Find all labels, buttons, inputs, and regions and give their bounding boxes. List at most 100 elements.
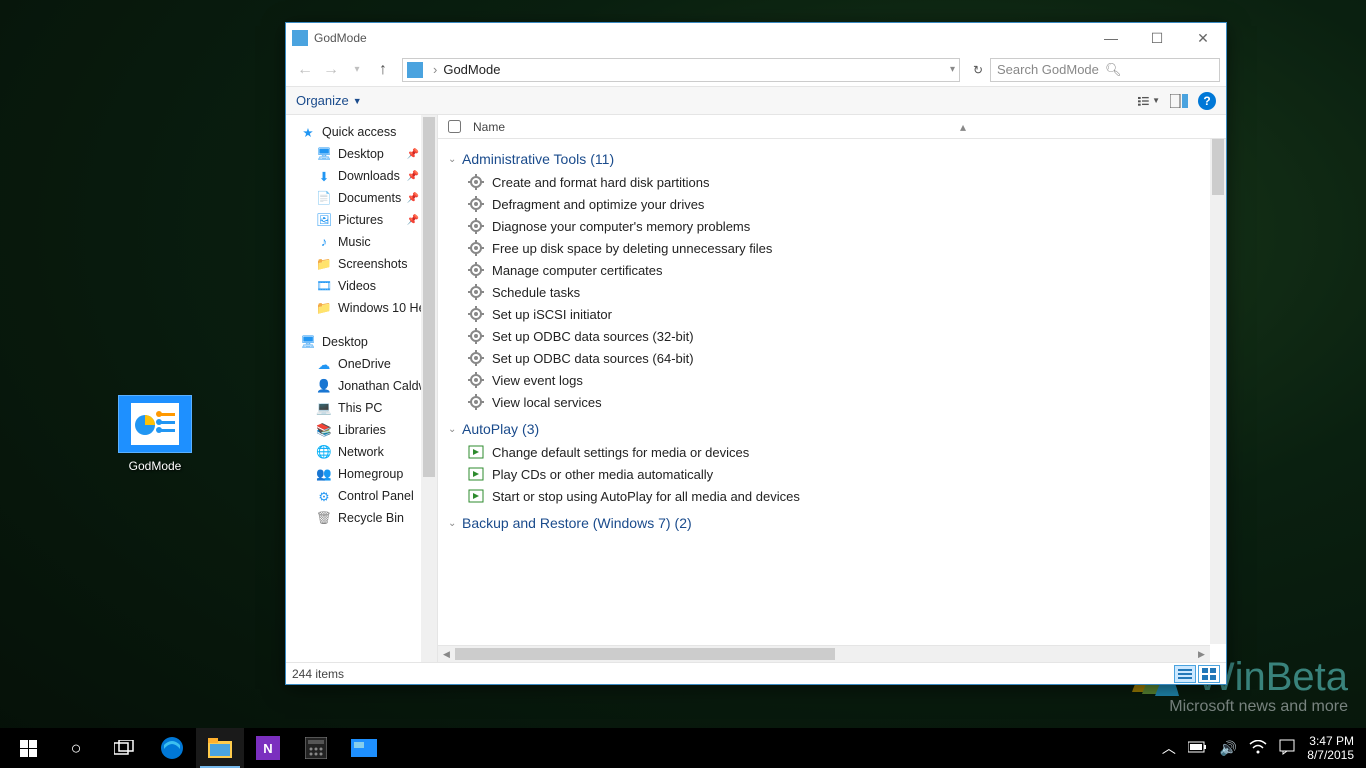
gear-icon — [468, 218, 484, 234]
nav-qa-item[interactable]: ⬇Downloads📌 — [286, 165, 437, 187]
nav-qa-item[interactable]: 📁Windows 10 Her — [286, 297, 437, 319]
taskbar-app-other[interactable] — [340, 728, 388, 768]
content-pane: Name ▴ ⌄Administrative Tools(11) Create a… — [438, 115, 1226, 662]
list-item[interactable]: Change default settings for media or dev… — [448, 441, 1216, 463]
nav-dt-item[interactable]: 📚Libraries — [286, 419, 437, 441]
clock-time: 3:47 PM — [1307, 734, 1354, 748]
close-button[interactable]: ✕ — [1180, 23, 1226, 53]
list-item[interactable]: Set up ODBC data sources (64-bit) — [448, 347, 1216, 369]
nav-scrollbar[interactable] — [421, 115, 437, 662]
organize-button[interactable]: Organize ▼ — [296, 93, 362, 108]
folder-icon: 💻 — [316, 400, 332, 416]
nav-qa-item[interactable]: 🖥Desktop📌 — [286, 143, 437, 165]
list-item[interactable]: View local services — [448, 391, 1216, 413]
clock[interactable]: 3:47 PM 8/7/2015 — [1307, 734, 1354, 762]
scroll-left-icon[interactable]: ◀ — [438, 649, 455, 660]
list-item[interactable]: Schedule tasks — [448, 281, 1216, 303]
tray-overflow-button[interactable]: ︿ — [1162, 738, 1176, 758]
nav-desktop-root[interactable]: 🖥 Desktop — [286, 331, 437, 353]
battery-icon[interactable] — [1188, 740, 1208, 756]
forward-button[interactable]: → — [318, 57, 344, 83]
back-button[interactable]: ← — [292, 57, 318, 83]
gear-icon — [468, 328, 484, 344]
taskbar-app-edge[interactable] — [148, 728, 196, 768]
gear-icon — [468, 240, 484, 256]
list-item[interactable]: Create and format hard disk partitions — [448, 171, 1216, 193]
scroll-right-icon[interactable]: ▶ — [1193, 649, 1210, 660]
nav-qa-item[interactable]: 🎞Videos — [286, 275, 437, 297]
taskbar-app-calculator[interactable] — [292, 728, 340, 768]
search-input[interactable]: Search GodMode 🔍︎ — [990, 58, 1220, 82]
minimize-button[interactable]: — — [1088, 23, 1134, 53]
help-button[interactable]: ? — [1198, 92, 1216, 110]
nav-dt-item[interactable]: 👤Jonathan Caldwe — [286, 375, 437, 397]
recent-dropdown[interactable]: ▾ — [344, 57, 370, 83]
thumbnails-view-button[interactable] — [1198, 665, 1220, 683]
chevron-down-icon: ⌄ — [448, 154, 462, 165]
folder-icon: ⬇ — [316, 168, 332, 184]
wifi-icon[interactable] — [1249, 740, 1267, 757]
nav-qa-item[interactable]: 📄Documents📌 — [286, 187, 437, 209]
column-name[interactable]: Name — [473, 120, 505, 134]
folder-icon: 🗑 — [316, 510, 332, 526]
sort-indicator-icon: ▴ — [960, 120, 966, 134]
list-item[interactable]: Diagnose your computer's memory problems — [448, 215, 1216, 237]
list-item[interactable]: Manage computer certificates — [448, 259, 1216, 281]
gear-icon — [468, 306, 484, 322]
title-bar[interactable]: GodMode — ☐ ✕ — [286, 23, 1226, 53]
gear-icon — [468, 262, 484, 278]
horizontal-scrollbar[interactable]: ◀ ▶ — [438, 645, 1210, 662]
action-center-icon[interactable] — [1279, 739, 1295, 758]
list-item[interactable]: Set up ODBC data sources (32-bit) — [448, 325, 1216, 347]
nav-quick-access[interactable]: ★ Quick access — [286, 121, 437, 143]
folder-icon: ♪ — [316, 234, 332, 250]
nav-dt-item[interactable]: ⚙Control Panel — [286, 485, 437, 507]
list-item[interactable]: Play CDs or other media automatically — [448, 463, 1216, 485]
nav-dt-item[interactable]: 🌐Network — [286, 441, 437, 463]
gear-icon — [468, 196, 484, 212]
taskbar-app-onenote[interactable]: N — [244, 728, 292, 768]
address-bar[interactable]: › GodMode ▾ — [402, 58, 960, 82]
group-header[interactable]: ⌄Administrative Tools(11) — [448, 151, 1216, 167]
task-view-button[interactable] — [100, 728, 148, 768]
nav-qa-item[interactable]: 📁Screenshots — [286, 253, 437, 275]
nav-qa-item[interactable]: 🖼Pictures📌 — [286, 209, 437, 231]
nav-dt-item[interactable]: 👥Homegroup — [286, 463, 437, 485]
nav-dt-item[interactable]: 💻This PC — [286, 397, 437, 419]
desktop-icon-godmode[interactable]: GodMode — [115, 395, 195, 473]
address-dropdown-icon[interactable]: ▾ — [950, 64, 955, 75]
list-item[interactable]: Defragment and optimize your drives — [448, 193, 1216, 215]
group-header[interactable]: ⌄Backup and Restore (Windows 7)(2) — [448, 515, 1216, 531]
folder-icon: 🖥 — [316, 146, 332, 162]
up-button[interactable]: ↑ — [370, 57, 396, 83]
autoplay-icon — [468, 444, 484, 460]
desktop-icon: 🖥 — [300, 334, 316, 350]
nav-qa-item[interactable]: ♪Music — [286, 231, 437, 253]
list-item[interactable]: Start or stop using AutoPlay for all med… — [448, 485, 1216, 507]
nav-dt-item[interactable]: 🗑Recycle Bin — [286, 507, 437, 529]
view-options-button[interactable]: ▼ — [1138, 92, 1160, 110]
preview-pane-button[interactable] — [1168, 92, 1190, 110]
search-placeholder: Search GodMode — [997, 62, 1105, 77]
group-header[interactable]: ⌄AutoPlay(3) — [448, 421, 1216, 437]
list-item[interactable]: View event logs — [448, 369, 1216, 391]
start-button[interactable] — [4, 728, 52, 768]
svg-text:N: N — [263, 741, 272, 756]
vertical-scrollbar[interactable] — [1210, 139, 1226, 644]
details-view-button[interactable] — [1174, 665, 1196, 683]
nav-dt-item[interactable]: ☁OneDrive — [286, 353, 437, 375]
breadcrumb[interactable]: GodMode — [443, 62, 500, 77]
chevron-down-icon: ⌄ — [448, 518, 462, 529]
maximize-button[interactable]: ☐ — [1134, 23, 1180, 53]
navigation-pane: ★ Quick access 🖥Desktop📌⬇Downloads📌📄Docu… — [286, 115, 438, 662]
cortana-button[interactable]: ○ — [52, 728, 100, 768]
taskbar-app-explorer[interactable] — [196, 728, 244, 768]
list-item[interactable]: Set up iSCSI initiator — [448, 303, 1216, 325]
refresh-button[interactable]: ↻ — [966, 58, 990, 82]
list-item[interactable]: Free up disk space by deleting unnecessa… — [448, 237, 1216, 259]
volume-icon[interactable]: 🔊 — [1220, 740, 1237, 757]
search-icon: 🔍︎ — [1105, 62, 1213, 78]
select-all-checkbox[interactable] — [448, 120, 461, 133]
command-bar: Organize ▼ ▼ ? — [286, 87, 1226, 115]
gear-icon — [468, 174, 484, 190]
